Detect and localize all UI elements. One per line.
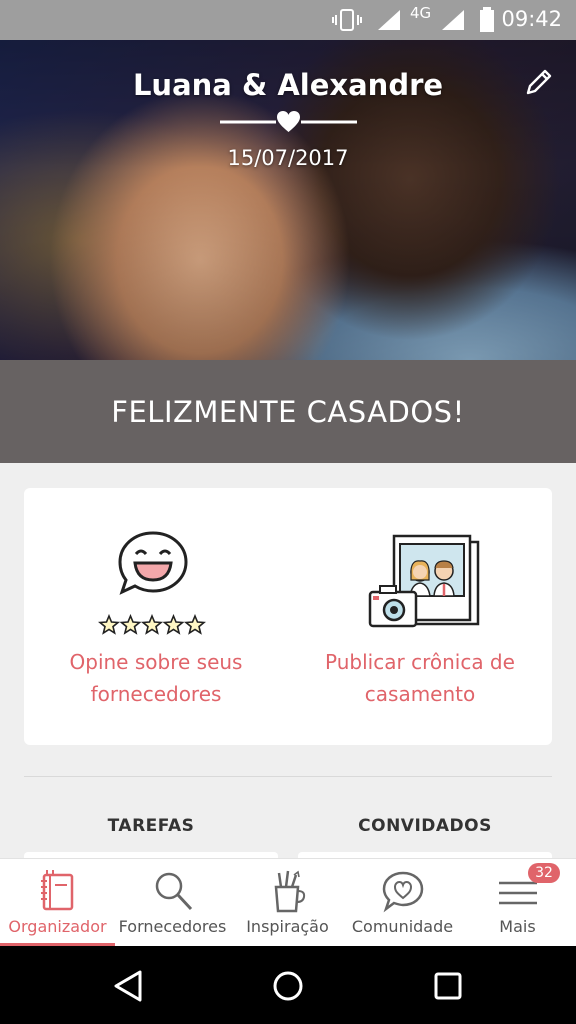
vibrate-icon — [332, 9, 362, 31]
nav-fornecedores-label: Fornecedores — [118, 917, 227, 936]
notebook-icon — [40, 870, 73, 911]
network-type: 4G — [410, 4, 432, 22]
review-vendors-action[interactable]: Opine sobre seus fornecedores — [24, 488, 288, 745]
publish-chronicle-line1: Publicar crônica de — [325, 650, 515, 674]
publish-chronicle-label: Publicar crônica de casamento — [288, 646, 552, 710]
couple-photo: Luana & Alexandre 15/07/2017 — [0, 40, 576, 360]
signal-icon-2 — [442, 10, 464, 30]
status-bar: 4G 09:42 — [0, 0, 576, 40]
nav-organizador-label: Organizador — [8, 917, 107, 936]
review-vendors-label: Opine sobre seus fornecedores — [24, 646, 288, 710]
notification-badge: 32 — [528, 863, 560, 883]
review-vendors-line1: Opine sobre seus — [69, 650, 243, 674]
home-icon[interactable] — [266, 964, 310, 1008]
review-vendors-line2: fornecedores — [90, 682, 222, 706]
signal-icon — [378, 10, 400, 30]
publish-chronicle-line2: casamento — [364, 682, 476, 706]
system-navigation-bar — [0, 946, 576, 1024]
smiley-chat-icon — [118, 531, 188, 595]
actions-card: Opine sobre seus fornecedores Publicar c… — [24, 488, 552, 745]
nav-comunidade-label: Comunidade — [351, 917, 454, 936]
publish-chronicle-action[interactable]: Publicar crônica de casamento — [288, 488, 552, 745]
battery-icon — [480, 7, 494, 32]
nav-inspiracao-label: Inspiração — [246, 917, 329, 936]
search-icon — [155, 872, 192, 911]
edit-pencil-icon[interactable] — [524, 67, 554, 97]
guests-section-title: CONVIDADOS — [358, 816, 492, 836]
heart-chat-icon — [382, 871, 423, 913]
tasks-section-title: TAREFAS — [107, 816, 195, 836]
couple-names: Luana & Alexandre — [132, 68, 444, 102]
photo-camera-icon — [368, 534, 480, 628]
section-divider — [24, 776, 552, 777]
banner-text: FELIZMENTE CASADOS! — [111, 394, 465, 429]
pencil-cup-icon — [274, 870, 305, 913]
nav-organizador[interactable]: Organizador — [0, 859, 115, 947]
wedding-date: 15/07/2017 — [227, 146, 349, 170]
nav-comunidade[interactable]: Comunidade — [345, 859, 460, 947]
bottom-navigation: Organizador Fornecedores Inspiração Comu… — [0, 858, 576, 947]
heart-divider-icon — [220, 111, 357, 132]
married-banner: FELIZMENTE CASADOS! — [0, 360, 576, 463]
nav-mais-label: Mais — [499, 917, 536, 936]
five-stars-icon — [98, 614, 206, 635]
recents-icon[interactable] — [426, 964, 470, 1008]
back-icon[interactable] — [106, 964, 150, 1008]
nav-inspiracao[interactable]: Inspiração — [230, 859, 345, 947]
nav-fornecedores[interactable]: Fornecedores — [115, 859, 230, 947]
clock: 09:42 — [501, 7, 562, 31]
